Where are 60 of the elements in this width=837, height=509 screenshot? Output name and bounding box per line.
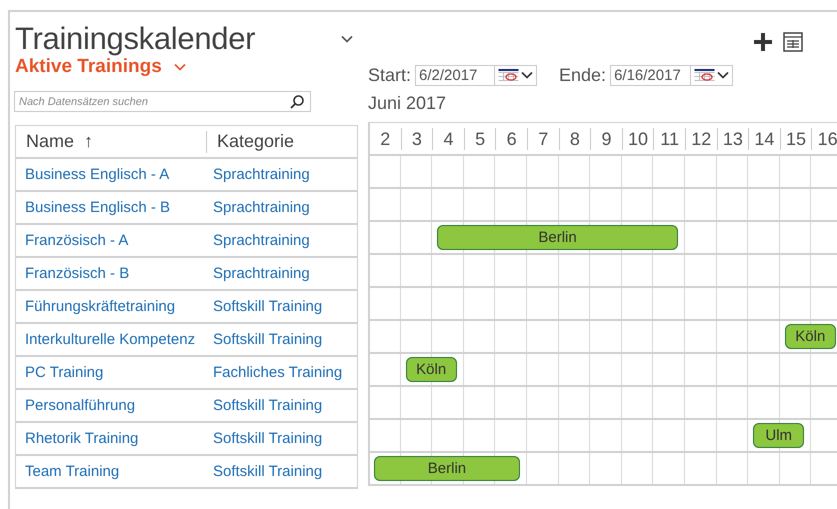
column-header[interactable]: Name [26, 131, 74, 152]
event-bar[interactable]: Ulm [753, 423, 804, 448]
sort-indicator[interactable]: ↑ [84, 131, 94, 152]
table-cell[interactable]: Französisch - A [16, 232, 212, 249]
table-cell[interactable]: Softskill Training [212, 430, 322, 447]
add-icon[interactable] [753, 32, 773, 52]
month-label: Juni 2017 [368, 93, 448, 115]
day-header: 10 [622, 128, 654, 150]
table-cell[interactable]: Sprachtraining [212, 265, 310, 282]
table-cell[interactable]: Business Englisch - B [16, 199, 212, 216]
table-cell[interactable]: Softskill Training [212, 298, 322, 315]
chevron-down-icon[interactable] [717, 71, 730, 79]
day-header: 11 [654, 128, 686, 150]
day-header: 7 [528, 128, 560, 150]
day-header: 6 [496, 128, 528, 150]
search-field[interactable]: Nach Datensätzen suchen [14, 91, 311, 112]
table-cell[interactable]: Softskill Training [212, 397, 322, 414]
event-bar[interactable]: Köln [406, 357, 457, 382]
day-header: 2 [370, 128, 402, 150]
table-cell[interactable]: Interkulturelle Kompetenz [16, 331, 212, 348]
table-cell[interactable]: Sprachtraining [212, 199, 310, 216]
column-header[interactable]: Kategorie [207, 131, 294, 152]
day-header: 5 [464, 128, 496, 150]
calendar-icon[interactable] [498, 68, 520, 82]
table-cell[interactable]: Softskill Training [212, 463, 322, 480]
day-header: 13 [718, 128, 750, 150]
table-cell[interactable]: Französisch - B [16, 265, 212, 282]
calendar-icon[interactable] [694, 68, 716, 82]
table-cell[interactable]: Rhetorik Training [16, 430, 212, 447]
view-selector[interactable]: Aktive Trainings [15, 56, 162, 78]
search-icon[interactable] [289, 94, 305, 110]
event-bar[interactable]: Berlin [374, 456, 520, 481]
table-cell[interactable]: Fachliches Training [212, 364, 342, 381]
event-bar[interactable]: Berlin [437, 225, 678, 250]
search-input[interactable]: Nach Datensätzen suchen [15, 96, 289, 108]
day-header: 15 [780, 128, 812, 150]
table-cell[interactable]: Team Training [16, 463, 212, 480]
day-header: 3 [402, 128, 434, 150]
table-view-icon[interactable] [783, 32, 803, 52]
table-cell[interactable]: PC Training [16, 364, 212, 381]
table-cell[interactable]: Personalführung [16, 397, 212, 414]
day-header: 16 [812, 128, 837, 150]
table-cell[interactable]: Sprachtraining [212, 232, 310, 249]
chevron-down-icon[interactable] [521, 71, 534, 79]
date-field[interactable]: 6/16/2017 [610, 64, 734, 86]
day-header: 9 [591, 128, 623, 150]
table-cell[interactable]: Softskill Training [212, 331, 322, 348]
day-header: 4 [433, 128, 465, 150]
date-field[interactable]: 6/2/2017 [415, 64, 538, 86]
day-header: 12 [686, 128, 718, 150]
app-title: Trainingskalender [15, 21, 256, 57]
day-header: 8 [560, 128, 592, 150]
start-label: Start: [368, 64, 412, 86]
table-cell[interactable]: Sprachtraining [212, 166, 310, 183]
table-cell[interactable]: Führungskräftetraining [16, 298, 212, 315]
day-header: 14 [749, 128, 781, 150]
event-bar[interactable]: Köln [784, 324, 836, 349]
chevron-down-icon[interactable] [341, 35, 353, 43]
end-label: Ende: [559, 64, 606, 86]
table-cell[interactable]: Business Englisch - A [16, 166, 212, 183]
